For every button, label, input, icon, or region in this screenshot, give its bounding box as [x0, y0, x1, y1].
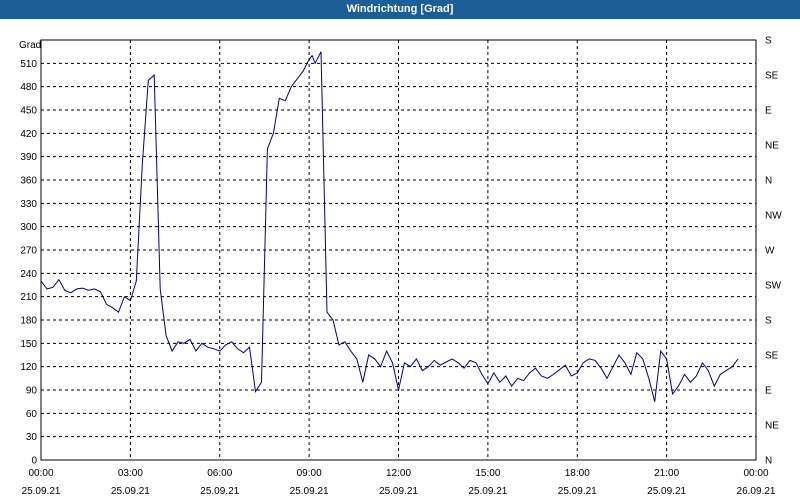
right-tick-label: NW — [765, 211, 782, 222]
y-tick-label: 210 — [20, 292, 37, 303]
x-tick-time: 21:00 — [654, 468, 679, 479]
right-tick-label: SE — [765, 351, 779, 362]
y-tick-label: 330 — [20, 199, 37, 210]
x-tick-time: 15:00 — [475, 468, 500, 479]
y-axis-label: Grad — [19, 40, 41, 51]
x-tick-date: 25.09.21 — [290, 486, 329, 497]
right-tick-label: W — [765, 246, 775, 257]
y-tick-label: 120 — [20, 362, 37, 373]
right-tick-label: SE — [765, 71, 779, 82]
y-tick-label: 150 — [20, 339, 37, 350]
wind-direction-chart: 0 30 60 90 120 150 180 210 240 270 300 330 360 390 420… — [19, 36, 782, 498]
right-tick-label: E — [765, 106, 772, 117]
y-tick-label: 240 — [20, 269, 37, 280]
right-tick-label: NE — [765, 141, 779, 152]
x-tick-date: 25.09.21 — [468, 486, 507, 497]
x-tick-date: 26.09.21 — [737, 486, 776, 497]
x-tick-date: 25.09.21 — [22, 486, 61, 497]
y-tick-label: 450 — [20, 106, 37, 117]
chart-title: Windrichtung [Grad] — [346, 3, 454, 15]
x-tick-date: 25.09.21 — [647, 486, 686, 497]
y-axis-ticks: 0 30 60 90 120 150 180 210 240 270 300 330 360 390 420… — [20, 59, 37, 467]
y-tick-label: 0 — [31, 456, 37, 467]
y-tick-label: 420 — [20, 129, 37, 140]
y-tick-label: 300 — [20, 222, 37, 233]
x-tick-date: 25.09.21 — [379, 486, 418, 497]
x-tick-time: 09:00 — [297, 468, 322, 479]
x-tick-date: 25.09.21 — [200, 486, 239, 497]
y-tick-label: 510 — [20, 59, 37, 70]
y-tick-label: 270 — [20, 246, 37, 257]
y-tick-label: 90 — [26, 386, 38, 397]
right-tick-label: S — [765, 36, 772, 47]
y-tick-label: 30 — [26, 432, 38, 443]
right-tick-label: N — [765, 176, 772, 187]
x-axis-ticks: 00:00 25.09.21 03:00 25.09.21 06:00 25.09.21 0… — [22, 468, 776, 497]
y-tick-label: 60 — [26, 409, 38, 420]
right-tick-label: SW — [765, 281, 782, 292]
x-tick-time: 00:00 — [28, 468, 53, 479]
right-tick-label: E — [765, 386, 772, 397]
x-tick-time: 18:00 — [565, 468, 590, 479]
right-tick-label: NE — [765, 421, 779, 432]
y-tick-label: 480 — [20, 82, 37, 93]
x-tick-date: 25.09.21 — [558, 486, 597, 497]
y-tick-label: 360 — [20, 176, 37, 187]
y-tick-label: 390 — [20, 152, 37, 163]
x-tick-time: 06:00 — [207, 468, 232, 479]
x-tick-date: 25.09.21 — [111, 486, 150, 497]
right-tick-label: S — [765, 316, 772, 327]
right-axis-ticks: N NE E SE S SW W NW N NE E SE S — [765, 36, 782, 467]
right-tick-label: N — [765, 456, 772, 467]
x-tick-time: 03:00 — [118, 468, 143, 479]
x-tick-time: 00:00 — [743, 468, 768, 479]
chart-title-bar: Windrichtung [Grad] — [0, 0, 800, 19]
x-tick-time: 12:00 — [386, 468, 411, 479]
y-tick-label: 180 — [20, 316, 37, 327]
